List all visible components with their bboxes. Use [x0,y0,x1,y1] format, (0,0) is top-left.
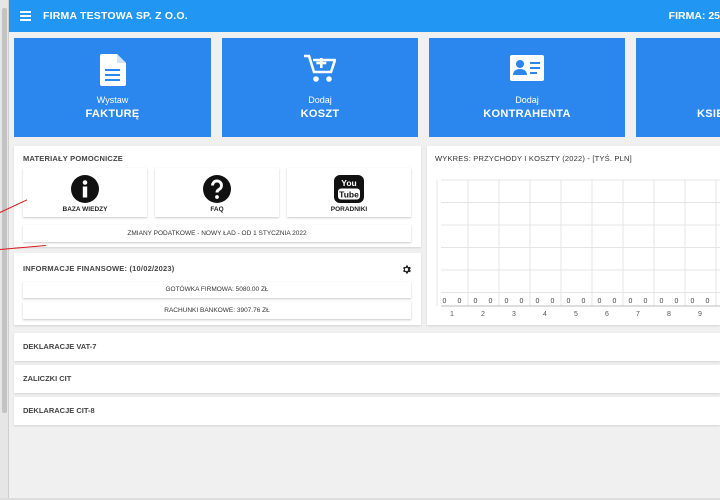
gear-icon[interactable] [401,262,412,280]
data-label: 0 [675,298,679,305]
x-tick-label: 5 [574,311,578,318]
add-contractor-tile[interactable]: Dodaj KONTRAHENTA [429,38,625,137]
firm-id-label[interactable]: FIRMA: 25 [669,10,720,22]
company-name: FIRMA TESTOWA SP. Z O.O. [43,10,188,22]
x-tick-label: 3 [512,311,516,318]
document-icon [99,54,126,91]
data-label: 0 [474,298,478,305]
x-tick-label: 9 [698,311,702,318]
chart-card: WYKRES: PRZYCHODY I KOSZTY (2022) - [TYŚ… [427,146,720,325]
card-title: MATERIAŁY POMOCNICZE [23,154,123,163]
data-label: 0 [567,298,571,305]
x-tick-label: 1 [450,311,454,318]
contact-card-icon [509,54,545,87]
cart-add-icon [304,54,337,89]
ledger-tile[interactable]: KSIĘ [636,38,720,137]
data-label: 0 [551,298,555,305]
svg-text:Tube: Tube [339,190,359,200]
x-tick-label: 8 [667,311,671,318]
cit8-declarations-section[interactable]: DEKLARACJE CIT-8 [14,397,720,425]
data-label: 0 [489,298,493,305]
tile-line1: Dodaj [308,95,332,105]
button-label: FAQ [210,206,224,213]
data-label: 0 [706,298,710,305]
faq-button[interactable]: FAQ [155,168,279,217]
data-label: 0 [536,298,540,305]
data-label: 0 [598,298,602,305]
tax-changes-link[interactable]: ZMIANY PODATKOWE - NOWY ŁAD - OD 1 STYCZ… [23,225,411,242]
top-app-bar: FIRMA TESTOWA SP. Z O.O. FIRMA: 25 [9,0,720,32]
button-label: PORADNIKI [330,206,368,213]
data-label: 0 [505,298,509,305]
knowledge-base-button[interactable]: BAZA WIEDZY [23,168,147,217]
tile-line2: FAKTURĘ [85,108,140,120]
add-cost-tile[interactable]: Dodaj KOSZT [222,38,418,137]
youtube-icon: You Tube [333,174,365,209]
question-icon [202,174,232,209]
x-tick-label: 2 [481,311,485,318]
vat7-declarations-section[interactable]: DEKLARACJE VAT-7 [14,333,720,361]
x-tick-label: 6 [605,311,609,318]
button-label: BAZA WIEDZY [62,206,108,213]
help-materials-card: MATERIAŁY POMOCNICZE BAZA WIEDZY FAQ You… [14,146,421,247]
info-icon [70,174,100,209]
svg-text:You: You [341,178,356,188]
issue-invoice-tile[interactable]: Wystaw FAKTURĘ [14,38,211,137]
data-label: 0 [443,298,447,305]
financial-info-card: INFORMACJE FINANSOWE: (10/02/2023) GOTÓW… [14,253,421,325]
x-tick-label: 7 [636,311,640,318]
tile-line1: Wystaw [96,95,129,105]
data-label: 0 [582,298,586,305]
revenue-cost-chart: 10 020 030 040 050 060 070 080 090 0 [436,179,720,318]
data-label: 0 [613,298,617,305]
data-label: 0 [660,298,664,305]
cit-advances-section[interactable]: ZALICZKI CIT [14,365,720,393]
tile-line2: KONTRAHENTA [483,108,571,120]
tile-line2: KSIĘ [697,108,720,120]
data-label: 0 [691,298,695,305]
tile-line2: KOSZT [300,108,340,120]
x-tick-label: 4 [543,311,547,318]
data-label: 0 [458,298,462,305]
data-label: 0 [644,298,648,305]
data-label: 0 [629,298,633,305]
card-title: INFORMACJE FINANSOWE: (10/02/2023) [23,264,175,273]
hamburger-menu-icon[interactable] [11,0,39,32]
tutorials-button[interactable]: You Tube PORADNIKI [287,168,411,217]
data-label: 0 [520,298,524,305]
bank-accounts-row[interactable]: RACHUNKI BANKOWE: 3907.76 ZŁ [23,302,411,319]
tile-line1: Dodaj [515,95,539,105]
company-cash-row[interactable]: GOTÓWKA FIRMOWA: 5080.00 ZŁ [23,282,411,298]
